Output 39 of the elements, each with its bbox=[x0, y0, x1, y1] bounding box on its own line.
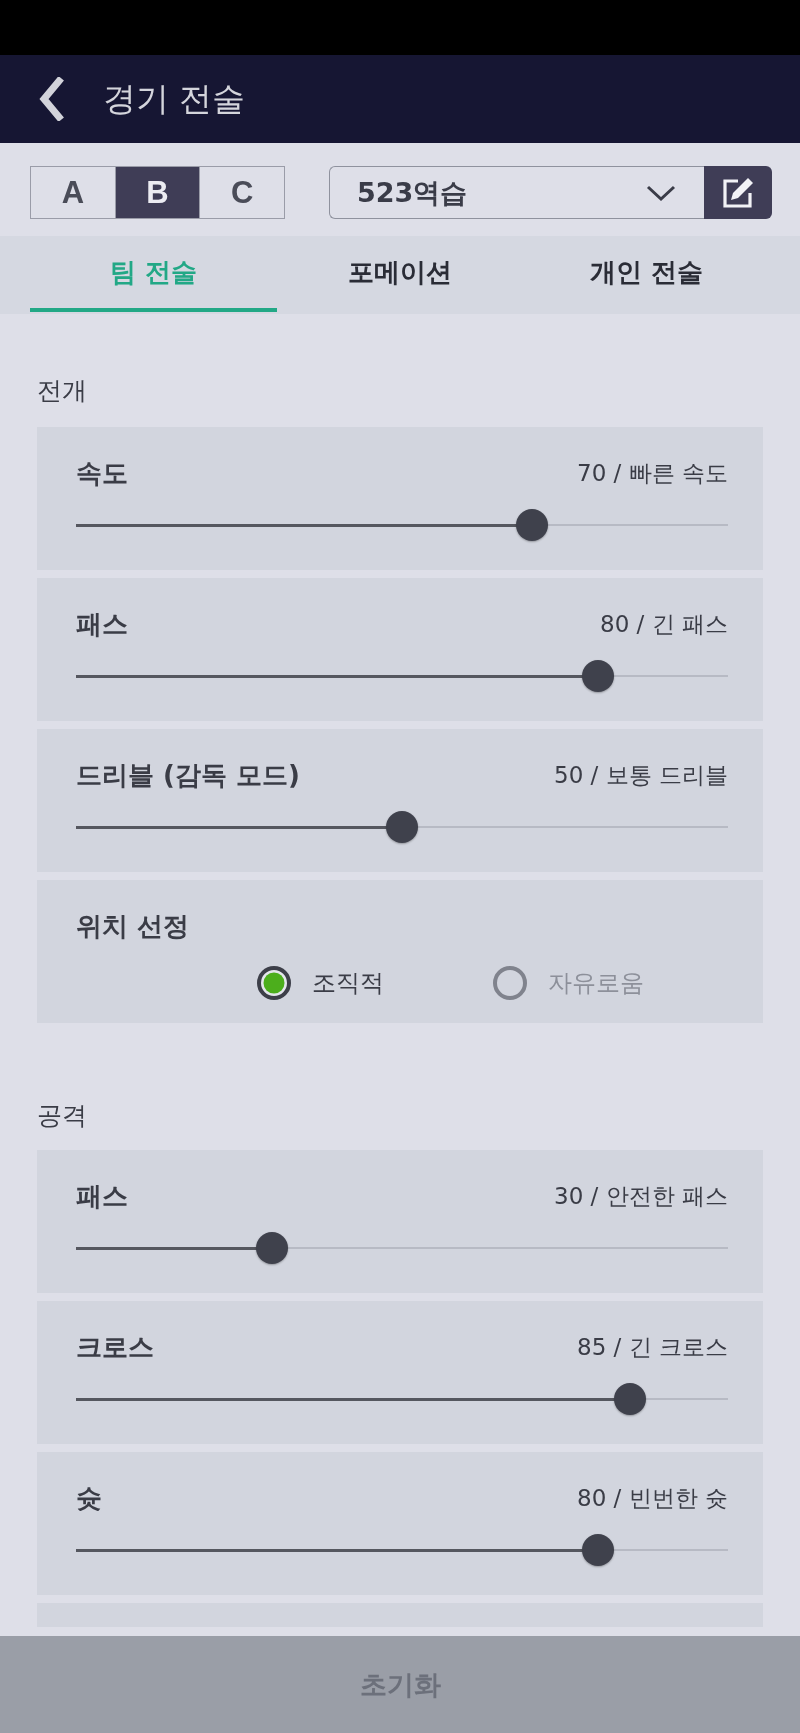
setting-label: 드리블 (감독 모드) bbox=[76, 759, 300, 791]
slider-thumb[interactable] bbox=[255, 1232, 288, 1264]
radio-option[interactable]: 조직적 bbox=[257, 966, 493, 1000]
slider-thumb[interactable] bbox=[581, 660, 614, 692]
slider-track[interactable] bbox=[76, 811, 728, 843]
setting-value: 50 / 보통 드리블 bbox=[554, 761, 728, 790]
slider-thumb[interactable] bbox=[581, 1534, 614, 1566]
setting-value: 80 / 긴 패스 bbox=[600, 610, 728, 639]
slider-thumb[interactable] bbox=[614, 1383, 647, 1415]
setting-label: 패스 bbox=[76, 608, 128, 640]
setting-label: 크로스 bbox=[76, 1331, 154, 1363]
screen-title: 경기 전술 bbox=[103, 79, 246, 119]
setting-value: 30 / 안전한 패스 bbox=[554, 1182, 728, 1211]
slider-track[interactable] bbox=[76, 1232, 728, 1264]
section-title: 전개 bbox=[37, 376, 88, 406]
setting-value: 70 / 빠른 속도 bbox=[577, 459, 728, 488]
preset-tab[interactable]: C bbox=[199, 167, 284, 218]
setting-label: 속도 bbox=[76, 457, 128, 489]
setting-label: 슛 bbox=[76, 1482, 102, 1514]
preset-tab[interactable]: B bbox=[114, 167, 200, 218]
setting-label: 위치 선정 bbox=[76, 910, 190, 942]
setting-value: 85 / 긴 크로스 bbox=[577, 1333, 728, 1362]
preset-tab[interactable]: A bbox=[31, 167, 115, 218]
section-title: 공격 bbox=[37, 1101, 88, 1131]
slider-thumb[interactable] bbox=[386, 811, 418, 843]
pencil-square-icon bbox=[721, 175, 755, 210]
edit-button[interactable] bbox=[704, 166, 772, 219]
chevron-left-icon[interactable] bbox=[37, 77, 65, 121]
slider-thumb[interactable] bbox=[516, 509, 549, 541]
chevron-down-icon bbox=[646, 183, 676, 202]
slider-track[interactable] bbox=[76, 660, 728, 692]
slider-track[interactable] bbox=[76, 1534, 728, 1566]
tab[interactable]: 개인 전술 bbox=[523, 236, 770, 312]
tab[interactable]: 포메이션 bbox=[276, 236, 524, 312]
slider-track[interactable] bbox=[76, 1383, 728, 1415]
setting-value: 80 / 빈번한 슛 bbox=[577, 1484, 728, 1513]
slider-track[interactable] bbox=[76, 509, 728, 541]
setting-label: 패스 bbox=[76, 1180, 128, 1212]
tactic-dropdown[interactable]: 523역습 bbox=[329, 166, 704, 219]
